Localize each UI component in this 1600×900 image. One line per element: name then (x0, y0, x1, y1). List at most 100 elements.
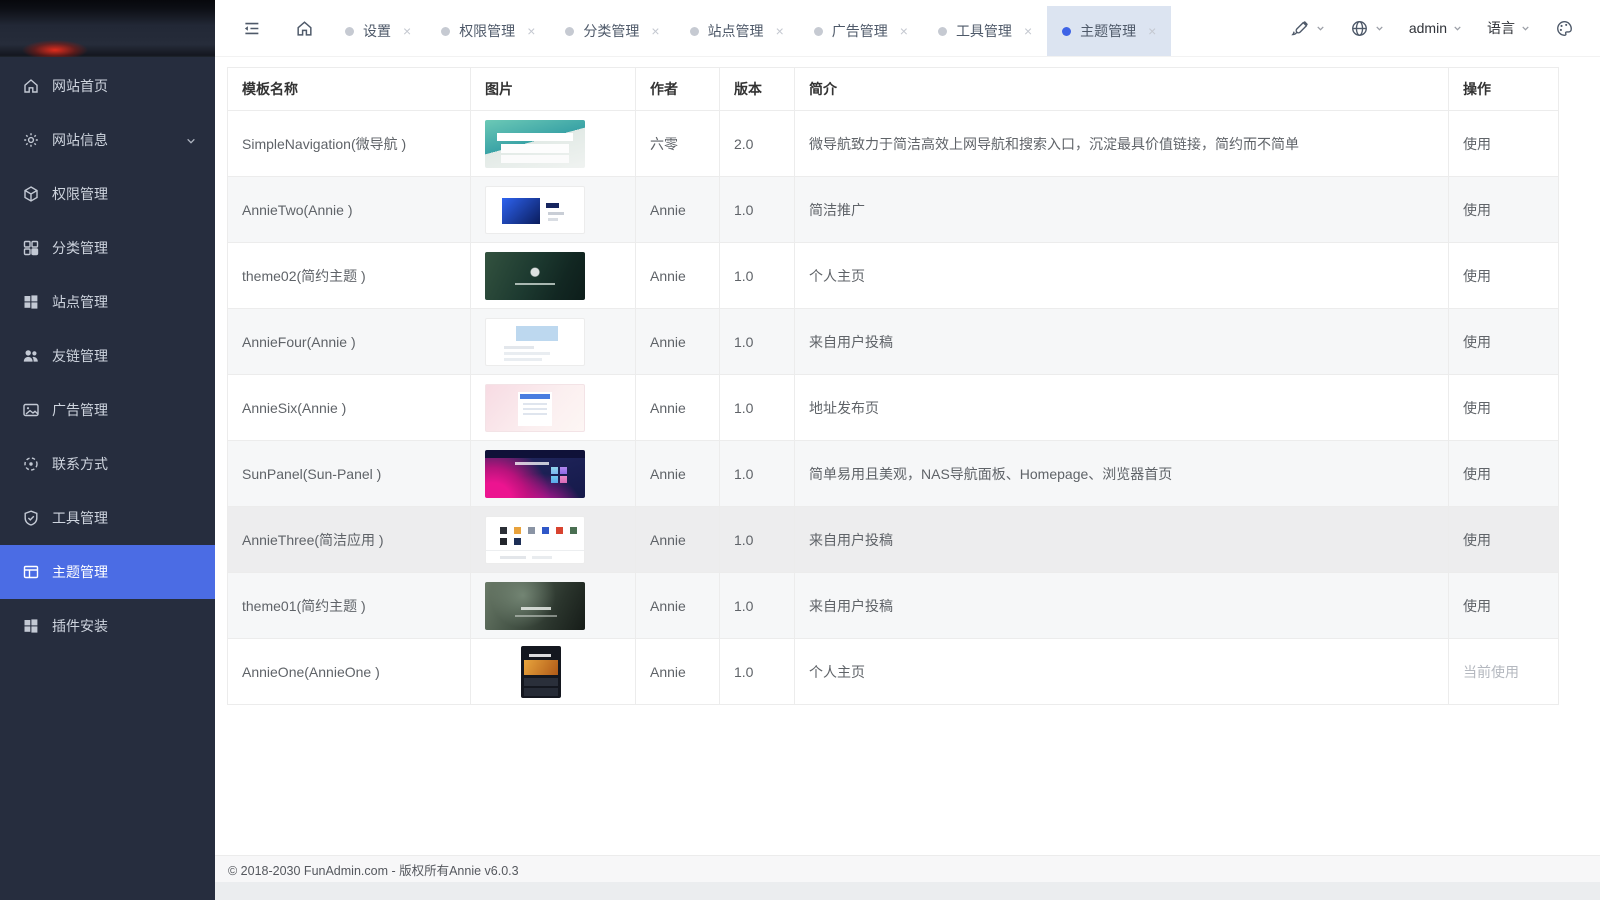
sidebar-item-label: 分类管理 (52, 240, 108, 256)
tab-label: 设置 (363, 23, 391, 39)
use-theme-button[interactable]: 使用 (1463, 334, 1491, 350)
shield-icon (22, 509, 40, 527)
gear-icon (22, 131, 40, 149)
tab-label: 分类管理 (583, 23, 640, 39)
sidebar-item-themes[interactable]: 主题管理 (0, 545, 215, 599)
brush-icon (1291, 19, 1310, 38)
use-theme-button[interactable]: 使用 (1463, 466, 1491, 482)
tab-settings[interactable]: 设置 × (330, 6, 426, 56)
tab-ads[interactable]: 广告管理 × (799, 6, 923, 56)
table-row: AnnieSix(Annie ) Annie 1.0 地址发布页 使用 (227, 374, 1559, 441)
theme-name: theme01(简约主题 ) (227, 572, 471, 639)
theme-version: 1.0 (719, 308, 795, 375)
col-header-author: 作者 (635, 67, 720, 111)
theme-version: 1.0 (719, 176, 795, 243)
language-menu[interactable]: 语言 (1487, 18, 1531, 38)
sidebar-item-sites[interactable]: 站点管理 (0, 275, 215, 329)
themes-table: 模板名称 图片 作者 版本 简介 操作 SimpleNavigation(微导航… (227, 67, 1559, 705)
tab-label: 广告管理 (831, 23, 888, 39)
col-header-name: 模板名称 (227, 67, 471, 111)
sidebar-item-tools[interactable]: 工具管理 (0, 491, 215, 545)
tab-close-icon[interactable]: × (651, 24, 659, 38)
use-theme-button[interactable]: 使用 (1463, 268, 1491, 284)
chevron-down-icon (1315, 23, 1326, 34)
theme-version: 1.0 (719, 506, 795, 573)
collapse-sidebar-icon[interactable] (242, 19, 261, 38)
users-icon (22, 347, 40, 365)
home-icon (22, 77, 40, 95)
image-icon (22, 401, 40, 419)
tab-label: 工具管理 (955, 23, 1012, 39)
chevron-down-icon (185, 134, 197, 146)
tab-permissions[interactable]: 权限管理 × (426, 6, 550, 56)
sidebar-item-links[interactable]: 友链管理 (0, 329, 215, 383)
tab-sites[interactable]: 站点管理 × (675, 6, 799, 56)
logo (0, 0, 215, 57)
theme-author: Annie (635, 506, 720, 573)
tab-close-icon[interactable]: × (1148, 24, 1156, 38)
sidebar-item-site-info[interactable]: 网站信息 (0, 113, 215, 167)
sidebar-menu: 网站首页 网站信息 权限管理 分类管理 站点管理 友链管理 广告管理 联系方式 … (0, 57, 215, 653)
theme-author: Annie (635, 638, 720, 705)
tab-status-dot (441, 26, 451, 36)
sidebar-item-plugins[interactable]: 插件安装 (0, 599, 215, 653)
chevron-down-icon (1452, 23, 1463, 34)
theme-thumbnail (485, 251, 585, 300)
tab-close-icon[interactable]: × (1024, 24, 1032, 38)
use-theme-button[interactable]: 使用 (1463, 532, 1491, 548)
tab-categories[interactable]: 分类管理 × (550, 6, 674, 56)
clear-cache-menu[interactable] (1291, 19, 1326, 38)
tab-status-dot (937, 26, 947, 36)
sidebar: 网站首页 网站信息 权限管理 分类管理 站点管理 友链管理 广告管理 联系方式 … (0, 0, 215, 900)
current-theme-label: 当前使用 (1463, 663, 1519, 680)
theme-author: Annie (635, 440, 720, 507)
tab-close-icon[interactable]: × (527, 24, 535, 38)
chevron-down-icon (1520, 23, 1531, 34)
tab-themes[interactable]: 主题管理 × (1047, 6, 1172, 56)
theme-author: 六零 (635, 110, 720, 177)
globe-icon (1350, 19, 1369, 38)
home-tab-icon[interactable] (295, 19, 314, 38)
theme-intro: 来自用户投稿 (794, 506, 1449, 573)
theme-intro: 来自用户投稿 (794, 572, 1449, 639)
tab-close-icon[interactable]: × (776, 24, 784, 38)
sidebar-item-ads[interactable]: 广告管理 (0, 383, 215, 437)
use-theme-button[interactable]: 使用 (1463, 136, 1491, 152)
theme-name: AnnieOne(AnnieOne ) (227, 638, 471, 705)
table-row: AnnieOne(AnnieOne ) Annie 1.0 个人主页 当前使用 (227, 638, 1559, 705)
sidebar-item-contact[interactable]: 联系方式 (0, 437, 215, 491)
use-theme-button[interactable]: 使用 (1463, 400, 1491, 416)
table-row: theme01(简约主题 ) Annie 1.0 来自用户投稿 使用 (227, 572, 1559, 639)
tab-tools[interactable]: 工具管理 × (923, 6, 1047, 56)
plugin-icon (22, 617, 40, 635)
tab-label: 站点管理 (707, 23, 764, 39)
use-theme-button[interactable]: 使用 (1463, 598, 1491, 614)
theme-palette-icon[interactable] (1555, 19, 1574, 38)
sidebar-item-home[interactable]: 网站首页 (0, 59, 215, 113)
sidebar-item-categories[interactable]: 分类管理 (0, 221, 215, 275)
theme-version: 1.0 (719, 638, 795, 705)
theme-thumbnail (485, 185, 585, 234)
theme-name: AnnieThree(简洁应用 ) (227, 506, 471, 573)
table-row: SimpleNavigation(微导航 ) 六零 2.0 微导航致力于简洁高效… (227, 110, 1559, 177)
tab-close-icon[interactable]: × (900, 24, 908, 38)
user-menu[interactable]: admin (1409, 20, 1463, 36)
theme-intro: 个人主页 (794, 242, 1449, 309)
tab-label: 主题管理 (1080, 23, 1137, 39)
theme-thumbnail (485, 581, 585, 630)
sidebar-item-label: 联系方式 (52, 456, 108, 472)
theme-intro: 微导航致力于简洁高效上网导航和搜索入口，沉淀最具价值链接，简约而不简单 (794, 110, 1449, 177)
topbar: 设置 × 权限管理 × 分类管理 × 站点管理 × 广告管理 × 工具管理 × (215, 0, 1600, 57)
site-links-menu[interactable] (1350, 19, 1385, 38)
sidebar-item-permissions[interactable]: 权限管理 (0, 167, 215, 221)
sidebar-item-label: 网站首页 (52, 78, 108, 94)
theme-name: AnnieSix(Annie ) (227, 374, 471, 441)
use-theme-button[interactable]: 使用 (1463, 202, 1491, 218)
theme-intro: 地址发布页 (794, 374, 1449, 441)
sidebar-item-label: 插件安装 (52, 618, 108, 634)
sidebar-item-label: 友链管理 (52, 348, 108, 364)
theme-author: Annie (635, 242, 720, 309)
theme-version: 1.0 (719, 440, 795, 507)
col-header-intro: 简介 (794, 67, 1449, 111)
tab-close-icon[interactable]: × (403, 24, 411, 38)
